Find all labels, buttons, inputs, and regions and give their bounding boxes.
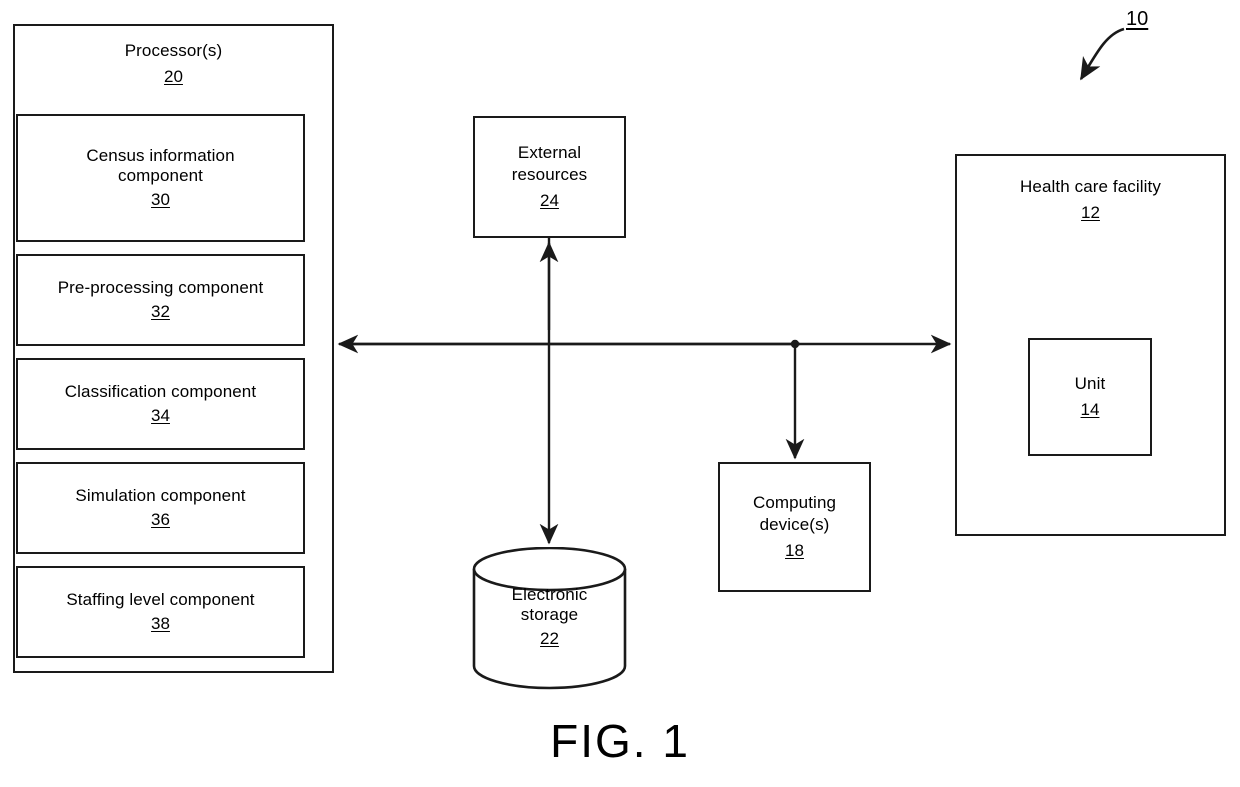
electronic-storage-label: Electronic storage bbox=[511, 585, 588, 624]
electronic-storage-cylinder: Electronic storage 22 bbox=[472, 546, 627, 690]
unit-label: Unit bbox=[1074, 374, 1106, 394]
system-callout-label: 10 bbox=[1126, 8, 1149, 30]
processor-ref: 20 bbox=[164, 66, 183, 86]
census-information-component-label: Census information component bbox=[86, 146, 235, 185]
classification-component-ref: 34 bbox=[151, 406, 170, 425]
computing-device-ref: 18 bbox=[785, 540, 804, 560]
system-callout-arrow-icon bbox=[1079, 27, 1125, 81]
processor-header: Processor(s) 20 bbox=[15, 40, 332, 88]
simulation-component-label: Simulation component bbox=[75, 486, 246, 505]
external-resources-ref: 24 bbox=[540, 190, 559, 210]
simulation-component-ref: 36 bbox=[151, 510, 170, 529]
staffing-level-component-box: Staffing level component 38 bbox=[16, 566, 305, 658]
external-resources-box: External resources 24 bbox=[473, 116, 626, 238]
staffing-level-component-ref: 38 bbox=[151, 614, 170, 633]
pre-processing-component-ref: 32 bbox=[151, 302, 170, 321]
figure-caption: FIG. 1 bbox=[550, 715, 690, 767]
simulation-component-box: Simulation component 36 bbox=[16, 462, 305, 554]
pre-processing-component-label: Pre-processing component bbox=[57, 278, 264, 297]
electronic-storage-ref: 22 bbox=[540, 629, 559, 648]
bus-junction-dot bbox=[790, 339, 800, 349]
census-information-component-box: Census information component 30 bbox=[16, 114, 305, 242]
classification-component-box: Classification component 34 bbox=[16, 358, 305, 450]
electronic-storage-text: Electronic storage 22 bbox=[472, 585, 627, 649]
computing-device-label: Computing device(s) bbox=[752, 493, 837, 535]
processor-title: Processor(s) bbox=[124, 41, 223, 60]
unit-box: Unit 14 bbox=[1028, 338, 1152, 456]
health-care-facility-ref: 12 bbox=[1081, 202, 1100, 222]
unit-ref: 14 bbox=[1080, 400, 1100, 419]
health-care-facility-label: Health care facility bbox=[1020, 177, 1161, 196]
classification-component-label: Classification component bbox=[64, 382, 257, 401]
staffing-level-component-label: Staffing level component bbox=[66, 590, 255, 609]
pre-processing-component-box: Pre-processing component 32 bbox=[16, 254, 305, 346]
external-resources-label: External resources bbox=[511, 143, 588, 185]
census-information-component-ref: 30 bbox=[151, 190, 170, 209]
computing-device-box: Computing device(s) 18 bbox=[718, 462, 871, 592]
patent-figure-1: Processor(s) 20 Census information compo… bbox=[0, 0, 1240, 787]
